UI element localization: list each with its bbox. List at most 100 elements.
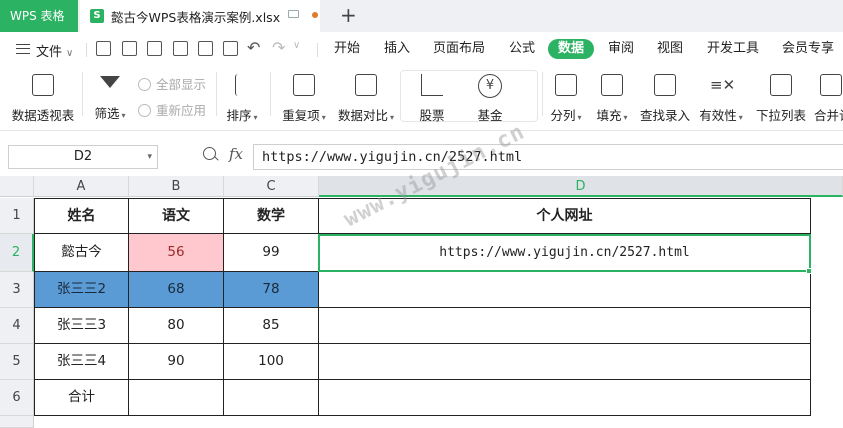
lookup-entry-button[interactable]: 查找录入 (638, 74, 692, 124)
chevron-down-icon: ∨ (66, 48, 74, 59)
duplicates-button[interactable]: 重复项 ▾ (276, 74, 332, 124)
divider (270, 72, 271, 116)
cell-d3[interactable] (319, 272, 811, 308)
cell-c3[interactable]: 78 (224, 272, 319, 308)
save-icon[interactable] (147, 41, 162, 56)
cell-c2[interactable]: 99 (224, 234, 319, 272)
tab-member[interactable]: 会员专享 (782, 40, 834, 58)
file-tab-label: 懿古今WPS表格演示案例.xlsx (111, 9, 281, 25)
spreadsheet-icon: S (90, 9, 104, 23)
reapply-icon (138, 104, 151, 117)
cell-a2[interactable]: 懿古今 (34, 234, 129, 272)
redo-icon[interactable]: ↷ (272, 38, 285, 57)
split-columns-icon (555, 74, 577, 96)
show-all-button[interactable]: 全部显示 (138, 74, 206, 93)
cell-d5[interactable] (319, 344, 811, 380)
screen-icon[interactable] (288, 10, 299, 18)
chevron-down-icon[interactable]: ▾ (147, 146, 152, 168)
cell-a5[interactable]: 张三三4 (34, 344, 129, 380)
tab-page-layout[interactable]: 页面布局 (433, 40, 485, 58)
cell-c1[interactable]: 数学 (224, 198, 319, 234)
app-tab[interactable]: WPS 表格 (0, 0, 78, 32)
tab-insert[interactable]: 插入 (384, 40, 410, 58)
file-menu[interactable]: 文件 ∨ (36, 41, 73, 60)
cell-b1[interactable]: 语文 (129, 198, 224, 234)
chevron-down-icon[interactable]: ∨ (293, 40, 300, 51)
tab-home[interactable]: 开始 (334, 40, 360, 58)
file-tab[interactable]: S 懿古今WPS表格演示案例.xlsx (80, 0, 320, 32)
new-tab-button[interactable]: + (340, 4, 357, 26)
dropdown-list-button[interactable]: 下拉列表 (754, 74, 808, 124)
export-pdf-icon[interactable] (173, 41, 188, 56)
formula-input[interactable]: https://www.yigujin.cn/2527.html (253, 144, 843, 170)
text-to-columns-button[interactable]: 分列 ▾ (548, 74, 584, 124)
row-header-5[interactable]: 5 (0, 344, 34, 380)
chevron-down-icon: ▾ (121, 111, 126, 120)
duplicates-icon (293, 74, 315, 96)
row-header-4[interactable]: 4 (0, 308, 34, 344)
filter-button[interactable]: 筛选 ▾ (88, 74, 132, 122)
cell-c4[interactable]: 85 (224, 308, 319, 344)
tab-data[interactable]: 数据 (548, 39, 595, 59)
spreadsheet-grid: A B C D 1 2 3 4 5 6 姓名 语文 数学 个人网址 懿古今 56… (0, 176, 843, 428)
cell-c5[interactable]: 100 (224, 344, 319, 380)
cell-d4[interactable] (319, 308, 811, 344)
cell-d2[interactable]: https://www.yigujin.cn/2527.html (319, 234, 811, 272)
stocks-label: 股票 (419, 108, 445, 123)
divider (317, 43, 318, 57)
column-header-a[interactable]: A (34, 176, 129, 197)
name-box[interactable]: D2 ▾ (8, 145, 158, 169)
zoom-icon[interactable] (203, 147, 216, 160)
menu-icon[interactable] (16, 44, 30, 54)
fx-icon[interactable]: fx (229, 145, 243, 163)
cell-d6[interactable] (319, 380, 811, 416)
cell-c6[interactable] (224, 380, 319, 416)
cell-b2[interactable]: 56 (129, 234, 224, 272)
filter-label: 筛选 (94, 106, 120, 121)
stocks-button[interactable]: 股票 (414, 74, 450, 124)
new-file-icon[interactable] (96, 41, 111, 56)
tab-review[interactable]: 审阅 (608, 40, 634, 58)
pivot-table-button[interactable]: 数据透视表 (10, 74, 76, 124)
divider (542, 72, 543, 116)
column-header-b[interactable]: B (129, 176, 224, 197)
merge-calc-button[interactable]: 合并计 (814, 74, 843, 124)
print-icon[interactable] (198, 41, 213, 56)
cell-b3[interactable]: 68 (129, 272, 224, 308)
print-preview-icon[interactable] (223, 41, 238, 56)
row-header-7[interactable] (0, 416, 34, 428)
cell-a3[interactable]: 张三三2 (34, 272, 129, 308)
row-header-3[interactable]: 3 (0, 272, 34, 308)
sort-icon (235, 74, 249, 96)
reapply-button[interactable]: 重新应用 (138, 100, 206, 119)
cell-a6[interactable]: 合计 (34, 380, 129, 416)
fill-handle[interactable] (806, 268, 812, 274)
title-bar: WPS 表格 S 懿古今WPS表格演示案例.xlsx + (0, 0, 843, 32)
cell-a1[interactable]: 姓名 (34, 198, 129, 234)
tab-view[interactable]: 视图 (657, 40, 683, 58)
row-header-2[interactable]: 2 (0, 234, 34, 272)
fill-button[interactable]: 填充 ▾ (594, 74, 630, 124)
sort-button[interactable]: 排序 ▾ (222, 74, 262, 124)
funds-button[interactable]: ¥ 基金 (472, 74, 508, 124)
undo-icon[interactable]: ↶ (247, 38, 260, 57)
unsaved-dot-icon (312, 12, 318, 18)
row-header-1[interactable]: 1 (0, 198, 34, 234)
validation-button[interactable]: ≡✕ 有效性 ▾ (698, 74, 744, 124)
cell-b4[interactable]: 80 (129, 308, 224, 344)
open-folder-icon[interactable] (122, 41, 137, 56)
cell-a4[interactable]: 张三三3 (34, 308, 129, 344)
cell-d1[interactable]: 个人网址 (319, 198, 811, 234)
cell-b6[interactable] (129, 380, 224, 416)
row-header-6[interactable]: 6 (0, 380, 34, 416)
cell-b5[interactable]: 90 (129, 344, 224, 380)
formula-bar: D2 ▾ fx https://www.yigujin.cn/2527.html (0, 130, 843, 176)
show-all-icon (138, 78, 151, 91)
select-all-corner[interactable] (0, 176, 34, 197)
column-header-d[interactable]: D (319, 176, 843, 197)
show-all-label: 全部显示 (156, 77, 207, 92)
tab-formulas[interactable]: 公式 (509, 40, 535, 58)
data-compare-button[interactable]: 数据对比 ▾ (336, 74, 396, 124)
column-header-c[interactable]: C (224, 176, 319, 197)
tab-developer[interactable]: 开发工具 (707, 40, 759, 58)
